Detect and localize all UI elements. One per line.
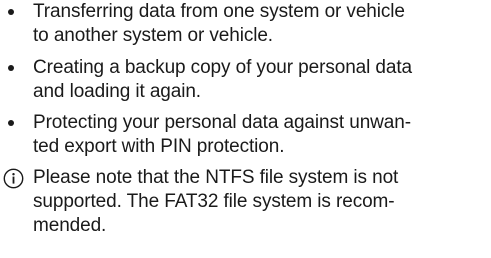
bullet-marker [8,9,14,15]
bullet-marker [8,120,14,126]
list-item-text: Protecting your personal data against un… [33,112,411,157]
list-item-text: Creating a backup copy of your personal … [33,57,413,102]
note-text: Please note that the NTFS file system is… [33,167,399,236]
document-content: Transferring data from one system or veh… [0,0,491,258]
bullet-marker [8,65,14,71]
list-item-text: Transferring data from one system or veh… [33,1,405,46]
info-icon [3,168,24,189]
